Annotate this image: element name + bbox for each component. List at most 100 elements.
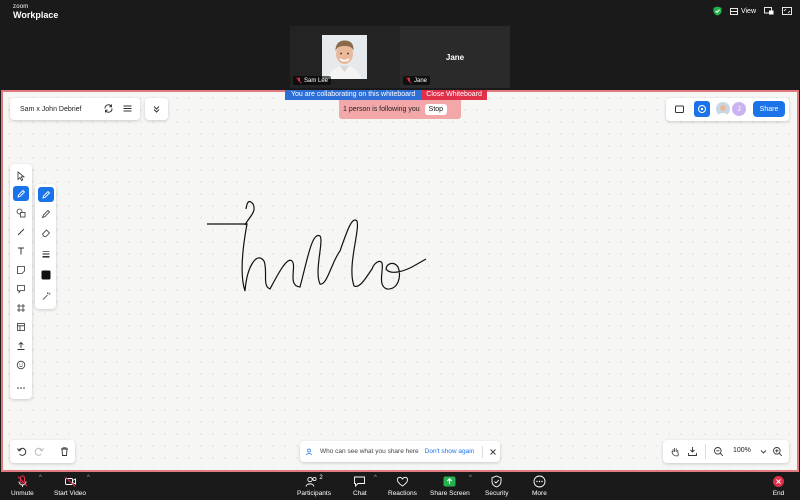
upload-tool[interactable] (13, 338, 29, 353)
end-button[interactable]: End (772, 475, 785, 497)
mic-muted-icon (406, 77, 412, 84)
sticky-note-icon (17, 265, 25, 274)
zoom-in-icon[interactable] (772, 446, 783, 457)
collapse-panel[interactable] (145, 98, 168, 120)
video-options-caret[interactable]: ^ (87, 475, 90, 481)
fit-to-screen-icon[interactable] (687, 446, 698, 457)
grid-view-icon (730, 7, 738, 15)
frame-tool[interactable] (13, 300, 29, 315)
present-icon[interactable] (674, 104, 685, 115)
frame-icon (17, 303, 25, 312)
eraser-subtool[interactable] (38, 225, 54, 240)
end-call-icon (773, 476, 784, 487)
whiteboard-canvas[interactable] (1, 90, 799, 472)
security-label: Security (485, 490, 509, 497)
line-tool[interactable] (13, 224, 29, 239)
undo-icon[interactable] (16, 446, 27, 457)
pen-icon (42, 190, 51, 199)
color-subtool[interactable] (38, 267, 54, 282)
start-video-button[interactable]: Start Video (54, 475, 86, 497)
end-label: End (772, 490, 785, 497)
fullscreen-icon[interactable] (782, 7, 792, 15)
magic-pen-subtool[interactable] (38, 288, 54, 303)
more-tool[interactable] (13, 380, 29, 395)
double-chevron-down-icon (153, 106, 160, 113)
text-tool[interactable] (13, 243, 29, 258)
pen-subtool[interactable] (38, 187, 54, 202)
start-video-label: Start Video (54, 490, 87, 497)
stop-following-button[interactable]: Stop (424, 104, 448, 115)
pen-icon (17, 189, 26, 198)
close-whiteboard-button[interactable]: Close Whiteboard (421, 90, 487, 100)
close-icon[interactable] (489, 448, 497, 456)
eraser-icon (41, 228, 51, 237)
participants-button[interactable]: 2 Participants (297, 475, 331, 497)
share-options-caret[interactable]: ^ (469, 475, 472, 481)
share-screen-button[interactable]: Share Screen (430, 475, 470, 497)
video-tile-jane[interactable]: Jane Jane (400, 26, 510, 88)
mic-muted-icon (17, 475, 28, 487)
highlighter-subtool[interactable] (38, 206, 54, 221)
highlighter-icon (41, 209, 51, 218)
title-bar: zoom Workplace View (0, 0, 800, 26)
whiteboard-title[interactable]: Sam x John Debrief (20, 106, 81, 113)
heart-icon (396, 476, 409, 487)
share-button[interactable]: Share (753, 101, 785, 117)
security-button[interactable]: Security (485, 475, 508, 497)
participant-display-name: Jane (445, 53, 465, 62)
whiteboard-toolbar (10, 164, 32, 399)
chat-label: Chat (353, 490, 367, 497)
video-off-icon (64, 476, 76, 487)
chevron-down-icon[interactable] (760, 448, 767, 455)
avatar-sam[interactable] (716, 102, 730, 116)
zoom-level[interactable]: 100% (733, 447, 751, 454)
participant-label: Jane (403, 76, 431, 85)
avatar-jane[interactable]: J (732, 102, 746, 116)
audio-options-caret[interactable]: ^ (39, 475, 42, 481)
more-button[interactable]: More (532, 475, 547, 497)
redo-icon[interactable] (34, 446, 45, 457)
share-panel: J Share (666, 98, 789, 121)
security-shield-icon (491, 475, 502, 488)
participant-name: Sam Lee (304, 77, 329, 84)
hand-pan-icon[interactable] (670, 446, 681, 457)
video-tile-sam[interactable]: Sam Lee (290, 26, 400, 88)
zoom-panel: 100% (663, 440, 789, 463)
comment-tool[interactable] (13, 281, 29, 296)
sync-icon[interactable] (103, 103, 114, 114)
comment-icon (17, 284, 25, 294)
dont-show-again-link[interactable]: Don't show again (425, 448, 475, 455)
pen-options-panel (35, 184, 56, 309)
whiteboard-title-panel: Sam x John Debrief (10, 98, 140, 120)
follow-icon (698, 105, 706, 113)
notice-divider (482, 445, 484, 458)
chat-button[interactable]: Chat (353, 475, 367, 497)
unmute-label: Unmute (11, 490, 34, 497)
template-tool[interactable] (13, 319, 29, 334)
sticky-note-tool[interactable] (13, 262, 29, 277)
view-button[interactable]: View (730, 8, 756, 15)
handwriting-hello[interactable] (3, 92, 797, 470)
pip-icon[interactable] (764, 7, 774, 15)
share-screen-label: Share Screen (430, 490, 470, 497)
follow-mode-button[interactable] (694, 101, 710, 117)
chat-icon (354, 476, 366, 488)
upload-icon (17, 341, 25, 350)
reactions-button[interactable]: Reactions (388, 475, 417, 497)
shapes-tool[interactable] (13, 205, 29, 220)
unmute-button[interactable]: Unmute (11, 475, 34, 497)
collab-banner: You are collaborating on this whiteboard… (285, 90, 487, 100)
select-tool[interactable] (13, 168, 29, 183)
info-people-icon (306, 448, 312, 455)
menu-icon[interactable] (122, 103, 133, 114)
stroke-width-subtool[interactable] (38, 246, 54, 261)
zoom-out-icon[interactable] (713, 446, 724, 457)
emoji-tool[interactable] (13, 357, 29, 372)
encryption-shield-icon[interactable] (713, 6, 722, 16)
zoom-divider (705, 444, 706, 459)
pen-tool[interactable] (13, 186, 29, 201)
more-label: More (532, 490, 547, 497)
participants-icon (305, 476, 317, 487)
delete-icon[interactable] (59, 446, 70, 457)
chat-options-caret[interactable]: ^ (374, 475, 377, 481)
